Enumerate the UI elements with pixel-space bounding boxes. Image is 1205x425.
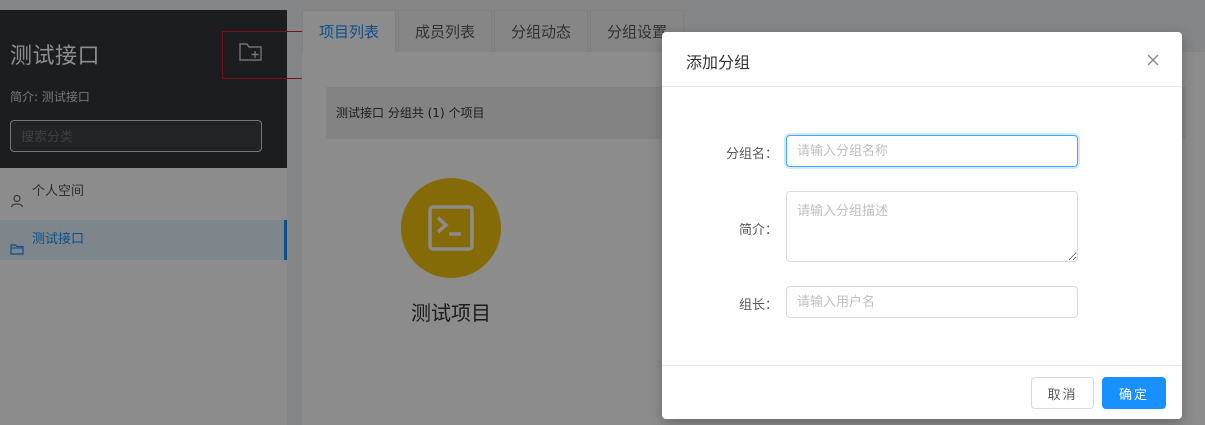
group-name-input[interactable] <box>786 135 1078 167</box>
cancel-button[interactable]: 取消 <box>1031 377 1094 409</box>
owner-label: 组长： <box>738 298 778 313</box>
add-group-dialog: 添加分组 分组名： 简介： 组长： 取消 确定 <box>662 32 1182 419</box>
owner-input[interactable] <box>786 286 1078 318</box>
confirm-button[interactable]: 确定 <box>1102 377 1166 409</box>
dialog-title: 添加分组 <box>686 53 751 72</box>
dialog-header: 添加分组 <box>662 32 1182 87</box>
description-label: 简介： <box>738 223 778 238</box>
group-name-label: 分组名： <box>725 147 778 162</box>
close-icon[interactable] <box>1144 51 1162 69</box>
dialog-footer: 取消 确定 <box>662 365 1182 419</box>
description-textarea[interactable] <box>786 191 1078 262</box>
